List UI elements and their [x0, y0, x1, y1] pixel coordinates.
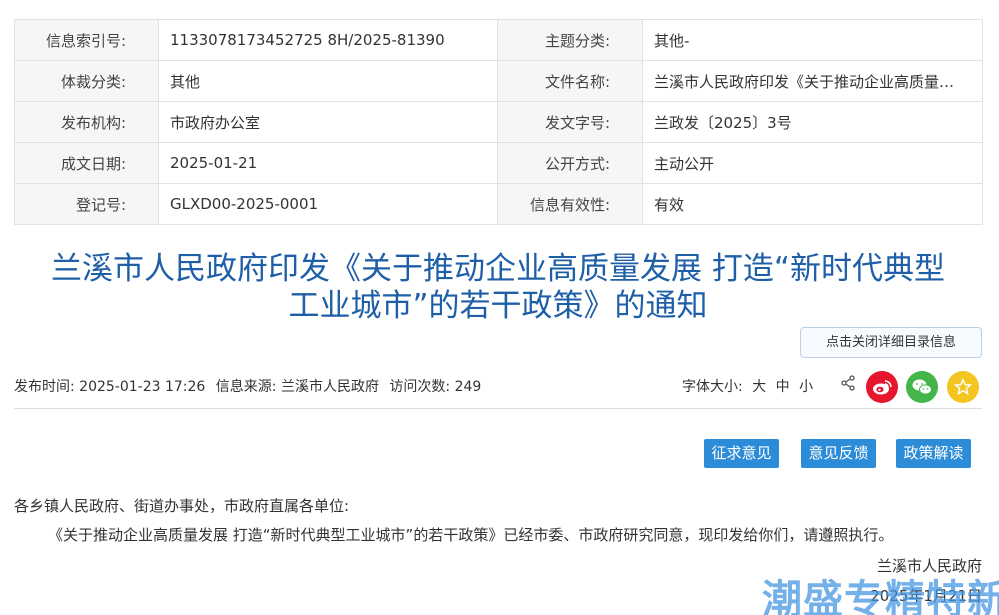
wechat-share-button[interactable]	[906, 371, 938, 403]
divider	[14, 408, 982, 409]
meta-value: 兰政发〔2025〕3号	[642, 101, 983, 143]
article-info-bar: 发布时间: 2025-01-23 17:26 信息来源: 兰溪市人民政府 访问次…	[14, 371, 982, 405]
body-paragraph: 《关于推动企业高质量发展 打造“新时代典型工业城市”的若干政策》已经市委、市政府…	[48, 526, 894, 544]
info-source: 信息来源: 兰溪市人民政府	[215, 379, 379, 395]
table-row: 登记号: GLXD00-2025-0001 信息有效性: 有效	[14, 183, 983, 225]
toggle-details-button[interactable]: 点击关闭详细目录信息	[800, 327, 982, 358]
meta-key: 体裁分类:	[14, 60, 159, 102]
meta-value: 有效	[642, 183, 983, 225]
meta-value: 其他	[158, 60, 498, 102]
policy-interpretation-button[interactable]: 政策解读	[896, 439, 971, 468]
table-row: 成文日期: 2025-01-21 公开方式: 主动公开	[14, 142, 983, 184]
solicit-opinion-button[interactable]: 征求意见	[704, 439, 779, 468]
meta-key: 信息索引号:	[14, 19, 159, 61]
watermark: 潮盛专精特新	[762, 577, 999, 615]
table-row: 体裁分类: 其他 文件名称: 兰溪市人民政府印发《关于推动企业高质量…	[14, 60, 983, 102]
font-size-medium[interactable]: 中	[776, 379, 790, 395]
font-size-label: 字体大小:	[682, 379, 743, 395]
salutation: 各乡镇人民政府、街道办事处，市政府直属各单位:	[14, 497, 350, 515]
font-size-control: 字体大小: 大 中 小	[682, 376, 813, 396]
weibo-icon	[873, 380, 892, 395]
meta-key: 成文日期:	[14, 142, 159, 184]
meta-key: 公开方式:	[497, 142, 643, 184]
meta-key: 文件名称:	[497, 60, 643, 102]
meta-key: 主题分类:	[497, 19, 643, 61]
meta-key: 登记号:	[14, 183, 159, 225]
visit-count: 访问次数: 249	[389, 379, 482, 395]
share-icon[interactable]	[840, 375, 856, 391]
meta-value: 2025-01-21	[158, 142, 498, 184]
meta-key: 信息有效性:	[497, 183, 643, 225]
metadata-table: 信息索引号: 1133078173452725 8H/2025-81390 主题…	[14, 19, 983, 225]
publish-time: 发布时间: 2025-01-23 17:26	[14, 379, 206, 395]
meta-key: 发文字号:	[497, 101, 643, 143]
table-row: 发布机构: 市政府办公室 发文字号: 兰政发〔2025〕3号	[14, 101, 983, 143]
feedback-button[interactable]: 意见反馈	[801, 439, 876, 468]
weibo-share-button[interactable]	[866, 371, 898, 403]
star-icon	[954, 378, 972, 396]
title-line-1: 兰溪市人民政府印发《关于推动企业高质量发展 打造“新时代典型	[51, 251, 945, 287]
article-meta: 发布时间: 2025-01-23 17:26 信息来源: 兰溪市人民政府 访问次…	[14, 376, 487, 396]
title-line-2: 工业城市”的若干政策》的通知	[288, 288, 708, 324]
meta-value: 1133078173452725 8H/2025-81390	[158, 19, 498, 61]
meta-value: 兰溪市人民政府印发《关于推动企业高质量…	[642, 60, 983, 102]
table-row: 信息索引号: 1133078173452725 8H/2025-81390 主题…	[14, 19, 983, 61]
meta-value: 市政府办公室	[158, 101, 498, 143]
page-title: 兰溪市人民政府印发《关于推动企业高质量发展 打造“新时代典型 工业城市”的若干政…	[14, 251, 982, 325]
meta-value: GLXD00-2025-0001	[158, 183, 498, 225]
meta-key: 发布机构:	[14, 101, 159, 143]
meta-value: 主动公开	[642, 142, 983, 184]
meta-value: 其他-	[642, 19, 983, 61]
wechat-icon	[912, 379, 932, 395]
favorite-button[interactable]	[947, 371, 979, 403]
font-size-large[interactable]: 大	[752, 379, 766, 395]
font-size-small[interactable]: 小	[799, 379, 813, 395]
